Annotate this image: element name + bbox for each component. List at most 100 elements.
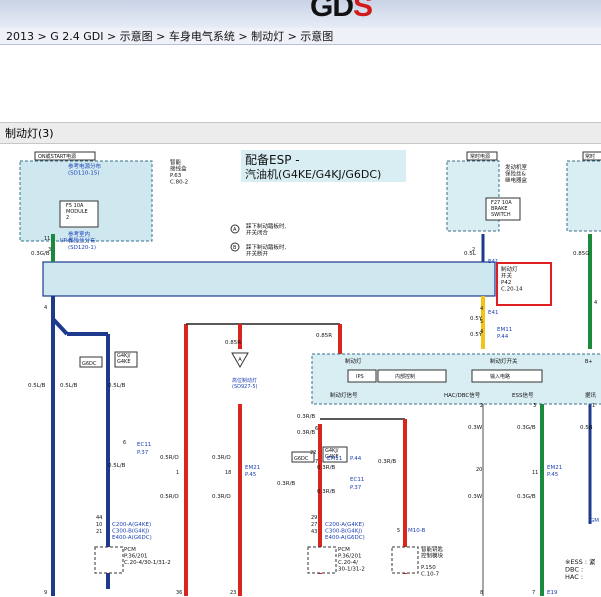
pin-label: 20 — [476, 467, 482, 473]
pin-label: 7 — [532, 590, 535, 596]
note-a-letter: A — [233, 227, 237, 233]
diagram-panel: 制动灯(3) 配备ESP - 汽油机(G4KE/G4KJ/G6DC) ON或STAR… — [0, 122, 601, 597]
pin-label: 21 — [96, 529, 102, 535]
esp-ips-label: IPS — [356, 374, 364, 380]
smart-key-page: C.10-7 — [421, 572, 440, 578]
esp-input-label: 输入电路 — [490, 373, 510, 380]
wire-size-label: 0.85R — [316, 333, 332, 339]
connector-label: I/P-B — [60, 238, 72, 244]
ref-dist-2: (SD120-1) — [68, 245, 96, 251]
wire-size-label: 0.3R/O — [212, 455, 231, 461]
wire-size-label: 0.5B — [580, 425, 593, 431]
panel-title: 制动灯(3) — [0, 122, 601, 144]
wire-size-label: 0.3R/O — [212, 494, 231, 500]
esp-internal-label: 内部控制 — [395, 373, 415, 380]
wire-size-label: 0.5L/B — [108, 383, 126, 389]
pcm-1-connectors: C300-B(G4KJ) — [112, 529, 149, 535]
connector-label: EM21 — [245, 465, 260, 471]
esp-hac-label: HAC/DBC信号 — [444, 391, 481, 399]
diagram-title-line1: 配备ESP - — [245, 153, 300, 167]
pin-label: 4 — [44, 305, 47, 311]
note-b-text: 踩下制动踏板时, — [246, 243, 287, 251]
wire-size-label: 0.3R/B — [277, 481, 295, 487]
pin-label: 8 — [480, 590, 483, 596]
wire-size-label: 0.3G/B — [517, 425, 536, 431]
breadcrumb[interactable]: 2013 > G 2.4 GDI > 示意图 > 车身电气系统 > 制动灯 > … — [0, 28, 601, 45]
legend-text: HAC : — [565, 573, 583, 581]
smart-junction-label: C.80-2 — [170, 180, 188, 186]
connector-label: P.44 — [497, 334, 509, 340]
brake-switch-label: 开关 — [501, 272, 513, 280]
ref-dist-2: 参考室内 — [68, 230, 90, 238]
connector-label: P.45 — [245, 472, 257, 478]
g6dc-2-label: G6DC — [294, 456, 309, 462]
ref-dist-1: (SD110-15) — [68, 171, 100, 177]
wire-size-label: 0.3R/B — [317, 465, 335, 471]
pcm-1-connectors: C200-A(G4KE) — [112, 522, 151, 528]
connector-label: EM21 — [547, 465, 562, 471]
wire-size-label: 0.3G/B — [517, 494, 536, 500]
wire-size-label: 0.5Y — [470, 332, 483, 338]
pin-label: 27 — [311, 522, 317, 528]
wire-size-label: 0.3R/B — [378, 459, 396, 465]
pcm-1-label: C.20-4/30-1/31-2 — [124, 560, 171, 566]
pin-label: 6 — [315, 426, 318, 432]
wire-size-label: 0.3R/B — [317, 489, 335, 495]
pcm-1-box — [94, 546, 124, 574]
g4kj-label: G4KE — [117, 359, 131, 365]
esp-brake-lamp-label: 制动灯 — [345, 357, 362, 365]
connector-label: GM — [590, 518, 599, 524]
wire-size-label: 0.3R/B — [297, 414, 315, 420]
g6dc-label: G6DC — [82, 361, 97, 367]
gds-logo: GDS — [310, 0, 373, 23]
wire-size-label: 0.85R — [225, 340, 241, 346]
engine-room-label: 保险丝& — [505, 170, 527, 178]
connector-label: P.37 — [350, 485, 362, 491]
smart-junction-label: P.63 — [170, 173, 182, 179]
pin-label: 43 — [311, 529, 317, 535]
wire-size-label: 0.85G — [573, 251, 590, 257]
high-mount-label: (SD927-5) — [232, 384, 258, 390]
engine-room-label: 继电器盒 — [505, 176, 528, 184]
connector-label: EM11 — [497, 327, 512, 333]
wire-size-label: 0.3W — [468, 494, 483, 500]
wiring-diagram[interactable]: 配备ESP -汽油机(G4KE/G4KJ/G6DC) ON或START电源 常时电源… — [0, 144, 601, 597]
wire-size-label: 0.5L/B — [28, 383, 46, 389]
pcm-1-label: P.36/201 — [124, 554, 148, 560]
pin-label: 2 — [480, 403, 483, 409]
pcm-2-connectors: C300-B(G4KJ) — [325, 529, 362, 535]
pcm-1-label: PCM — [124, 547, 136, 553]
connector-label: EM11 — [327, 456, 342, 462]
connector-label: P.37 — [137, 450, 149, 456]
pin-label: 1 — [176, 470, 179, 476]
connector-label: P.44 — [350, 456, 362, 462]
pin-label: 22 — [310, 450, 316, 456]
diagram-title-line2: 汽油机(G4KE/G4KJ/G6DC) — [245, 167, 381, 181]
wire-size-label: 0.5R/O — [160, 455, 179, 461]
pcm-2-connectors: C200-A(G4KE) — [325, 522, 364, 528]
note-b-text: 开关断开 — [246, 250, 269, 258]
esp-brake-switch-label: 制动灯开关 — [490, 357, 518, 365]
pin-label: 9 — [44, 590, 47, 596]
pcm-2-label: P.36/201 — [338, 554, 362, 560]
power-constant-label: 常时电源 — [470, 153, 490, 160]
brake-switch-label: P42 — [501, 280, 511, 286]
wire-size-label: 0.3R/B — [297, 430, 315, 436]
pin-label: 36 — [176, 590, 182, 596]
brake-switch-label: C.20-14 — [501, 287, 523, 293]
wire-size-label: 0.5L — [464, 251, 477, 257]
smart-junction-label: 智能 — [170, 158, 182, 166]
note-a-text: 踩下制动踏板时, — [246, 222, 287, 230]
pin-label: 18 — [225, 470, 231, 476]
smart-key-page: P.150 — [421, 565, 436, 571]
connector-label: M10-B — [408, 528, 426, 534]
esp-bplus-label: B+ — [585, 359, 593, 365]
connector-label: P.45 — [547, 472, 559, 478]
pcm-2-box — [307, 546, 337, 574]
engine-room-label: 发动机室 — [505, 163, 528, 171]
connector-label: EC11 — [137, 442, 151, 448]
high-mount-label: 高位制动灯 — [232, 377, 257, 384]
right-fuse-box — [566, 160, 601, 232]
pcm-1-connectors: E400-A(G6DC) — [112, 535, 152, 541]
pin-label: 44 — [96, 515, 102, 521]
